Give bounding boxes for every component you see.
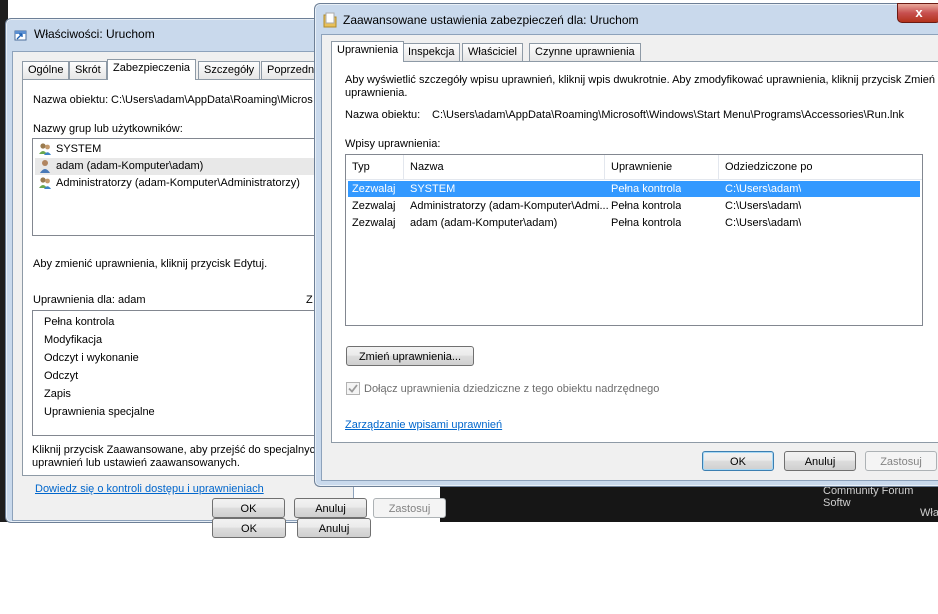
row-name: Administratorzy (adam-Komputer\Admi... <box>410 200 609 212</box>
tab-czynne-uprawnienia[interactable]: Czynne uprawnienia <box>529 43 641 61</box>
cancel-button[interactable]: Anuluj <box>297 518 371 538</box>
tab-szczegoly[interactable]: Szczegóły <box>198 61 261 79</box>
row-permission: Pełna kontrola <box>611 217 682 229</box>
permission-item: Odczyt i wykonanie <box>44 352 139 364</box>
edit-hint: Aby zmienić uprawnienia, kliknij przycis… <box>33 258 268 270</box>
permission-item: Uprawnienia specjalne <box>44 406 155 418</box>
table-row[interactable]: Zezwalaj adam (adam-Komputer\adam) Pełna… <box>348 215 920 231</box>
apply-button[interactable]: Zastosuj <box>865 451 937 471</box>
inherit-checkbox[interactable] <box>346 382 360 395</box>
learn-access-control-link[interactable]: Dowiedz się o kontroli dostępu i uprawni… <box>35 483 264 495</box>
row-inherited: C:\Users\adam\ <box>725 200 802 212</box>
properties-tabs: Ogólne Skrót Zabezpieczenia Szczegóły Po… <box>22 59 342 80</box>
advanced-tabs: Uprawnienia Inspekcja Właściciel Czynne … <box>331 41 931 62</box>
permissions-column-header: Z <box>306 294 313 306</box>
window-title: Zaawansowane ustawienia zabezpieczeń dla… <box>343 13 639 27</box>
close-icon: x <box>915 5 923 20</box>
permissions-for-label: Uprawnienia dla: adam <box>33 294 146 306</box>
group-icon <box>39 177 51 189</box>
change-permissions-button[interactable]: Zmień uprawnienia... <box>346 346 474 366</box>
tab-zabezpieczenia[interactable]: Zabezpieczenia <box>107 59 197 80</box>
cancel-button[interactable]: Anuluj <box>784 451 856 471</box>
ok-button[interactable]: OK <box>212 518 286 538</box>
advanced-client: Uprawnienia Inspekcja Właściciel Czynne … <box>321 34 938 481</box>
shortcut-icon <box>14 30 27 41</box>
object-name-value: C:\Users\adam\AppData\Roaming\Microsoft\… <box>432 109 904 121</box>
tab-inspekcja[interactable]: Inspekcja <box>402 43 461 61</box>
window-title: Właściwości: Uruchom <box>34 27 155 41</box>
row-permission: Pełna kontrola <box>611 200 682 212</box>
advanced-hint-line1: Kliknij przycisk Zaawansowane, aby przej… <box>32 444 322 456</box>
row-permission: Pełna kontrola <box>611 183 682 195</box>
tab-skrot[interactable]: Skrót <box>69 61 107 79</box>
row-inherited: C:\Users\adam\ <box>725 217 802 229</box>
table-header: Typ Nazwa Uprawnienie Odziedziczone po <box>346 155 922 180</box>
column-header-inherited[interactable]: Odziedziczone po <box>719 155 922 179</box>
object-name-value: C:\Users\adam\AppData\Roaming\Micros <box>111 94 313 106</box>
column-header-permission[interactable]: Uprawnienie <box>605 155 719 179</box>
inherit-checkbox-label: Dołącz uprawnienia dziedziczne z tego ob… <box>364 383 660 395</box>
list-item[interactable]: SYSTEM <box>35 141 361 158</box>
properties-window: Właściwości: Uruchom Ogólne Skrót Zabezp… <box>5 18 371 538</box>
tab-wlasciciel[interactable]: Właściciel <box>462 43 523 61</box>
row-name: adam (adam-Komputer\adam) <box>410 217 558 229</box>
properties-client: Ogólne Skrót Zabezpieczenia Szczegóły Po… <box>12 51 371 538</box>
permission-item: Odczyt <box>44 370 79 382</box>
props-ok-button[interactable]: OK <box>212 498 285 518</box>
group-name: adam (adam-Komputer\adam) <box>56 160 204 172</box>
row-name: SYSTEM <box>410 183 456 195</box>
advanced-security-window: Zaawansowane ustawienia zabezpieczeń dla… <box>314 3 938 487</box>
entries-label: Wpisy uprawnienia: <box>345 138 441 150</box>
object-name-label: Nazwa obiektu: <box>345 109 421 121</box>
row-type: Zezwalaj <box>352 183 396 195</box>
checkmark-icon <box>348 384 358 393</box>
row-type: Zezwalaj <box>352 217 396 229</box>
background-text-fragment: Wła <box>920 507 938 519</box>
user-icon <box>40 160 50 173</box>
details-hint-line1: Aby wyświetlić szczegóły wpisu uprawnień… <box>345 74 935 86</box>
tab-ogolne[interactable]: Ogólne <box>22 61 70 79</box>
list-item[interactable]: adam (adam-Komputer\adam) <box>35 158 361 175</box>
group-icon <box>39 143 51 155</box>
props-apply-button[interactable]: Zastosuj <box>373 498 446 518</box>
advanced-hint-line2: uprawnień lub ustawień zaawansowanych. <box>32 457 240 469</box>
details-hint-line2: uprawnienia. <box>345 87 408 99</box>
column-header-type[interactable]: Typ <box>346 155 404 179</box>
folder-icon <box>323 12 337 28</box>
background-text-forum: Community Forum Softw <box>823 485 914 509</box>
close-button[interactable]: x <box>897 3 938 23</box>
table-row[interactable]: Zezwalaj SYSTEM Pełna kontrola C:\Users\… <box>348 181 920 197</box>
tab-uprawnienia[interactable]: Uprawnienia <box>331 41 405 62</box>
column-header-name[interactable]: Nazwa <box>404 155 605 179</box>
group-name: SYSTEM <box>56 143 102 155</box>
table-row[interactable]: Zezwalaj Administratorzy (adam-Komputer\… <box>348 198 920 214</box>
ok-button[interactable]: OK <box>702 451 774 471</box>
props-cancel-button[interactable]: Anuluj <box>294 498 367 518</box>
object-name-label: Nazwa obiektu: <box>33 94 109 106</box>
permission-item: Pełna kontrola <box>44 316 115 328</box>
permission-item: Modyfikacja <box>44 334 103 346</box>
manage-entries-link[interactable]: Zarządzanie wpisami uprawnień <box>345 419 502 431</box>
list-item[interactable]: Administratorzy (adam-Komputer\Administr… <box>35 175 361 192</box>
row-inherited: C:\Users\adam\ <box>725 183 802 195</box>
security-tab-panel: Nazwa obiektu: C:\Users\adam\AppData\Roa… <box>22 79 364 476</box>
permission-item: Zapis <box>44 388 71 400</box>
groups-label: Nazwy grup lub użytkowników: <box>33 123 183 135</box>
group-name: Administratorzy (adam-Komputer\Administr… <box>56 177 300 189</box>
permissions-tab-panel: Aby wyświetlić szczegóły wpisu uprawnień… <box>331 61 938 443</box>
row-type: Zezwalaj <box>352 200 396 212</box>
permission-entries-table[interactable]: Typ Nazwa Uprawnienie Odziedziczone po Z… <box>345 154 923 326</box>
